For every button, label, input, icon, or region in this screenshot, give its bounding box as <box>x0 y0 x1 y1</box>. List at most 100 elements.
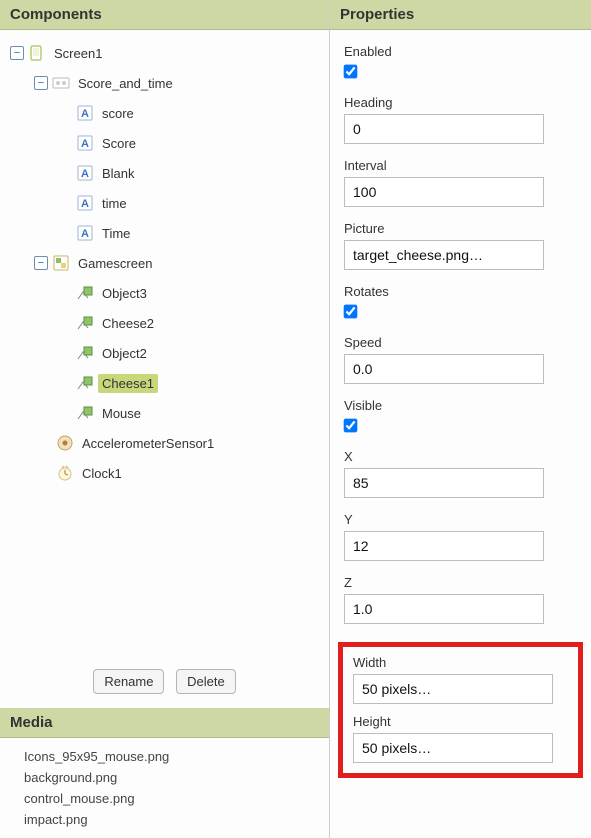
tree-row-gamescreen[interactable]: − Gamescreen <box>4 248 325 278</box>
tree-label: Mouse <box>98 404 145 423</box>
label-icon: A <box>76 104 94 122</box>
tree-label: Screen1 <box>50 44 106 63</box>
x-input[interactable] <box>344 468 544 498</box>
collapse-icon[interactable]: − <box>10 46 24 60</box>
prop-label-picture: Picture <box>344 221 577 236</box>
tree-label: Score_and_time <box>74 74 177 93</box>
heading-input[interactable] <box>344 114 544 144</box>
sprite-icon <box>76 404 94 422</box>
prop-label-visible: Visible <box>344 398 577 413</box>
tree-label: Time <box>98 224 134 243</box>
tree-row-time-lower[interactable]: A time <box>4 188 325 218</box>
tree-label: Score <box>98 134 140 153</box>
tree-label: time <box>98 194 131 213</box>
tree-label: Cheese1 <box>98 374 158 393</box>
prop-heading: Heading <box>344 95 577 144</box>
tree-row-score-upper[interactable]: A Score <box>4 128 325 158</box>
tree-label: Object3 <box>98 284 151 303</box>
label-icon: A <box>76 194 94 212</box>
rename-button[interactable]: Rename <box>93 669 164 694</box>
sprite-icon <box>76 314 94 332</box>
tree-label: Object2 <box>98 344 151 363</box>
media-item[interactable]: control_mouse.png <box>24 788 325 809</box>
z-input[interactable] <box>344 594 544 624</box>
prop-height: Height <box>353 714 568 763</box>
prop-label-interval: Interval <box>344 158 577 173</box>
prop-speed: Speed <box>344 335 577 384</box>
tree-label: Clock1 <box>78 464 126 483</box>
media-list: Icons_95x95_mouse.png background.png con… <box>0 738 329 838</box>
highlighted-box: Width Height <box>338 642 583 778</box>
tree-row-object3[interactable]: Object3 <box>4 278 325 308</box>
prop-z: Z <box>344 575 577 624</box>
interval-input[interactable] <box>344 177 544 207</box>
tree-row-cheese1[interactable]: Cheese1 <box>4 368 325 398</box>
sprite-icon <box>76 374 94 392</box>
visible-checkbox[interactable] <box>344 419 358 433</box>
prop-width: Width <box>353 655 568 704</box>
svg-text:A: A <box>81 198 89 210</box>
svg-text:A: A <box>81 138 89 150</box>
svg-text:A: A <box>81 168 89 180</box>
svg-text:A: A <box>81 228 89 240</box>
prop-x: X <box>344 449 577 498</box>
picture-input[interactable] <box>344 240 544 270</box>
media-item[interactable]: background.png <box>24 767 325 788</box>
media-header: Media <box>0 708 329 738</box>
enabled-checkbox[interactable] <box>344 65 358 79</box>
delete-button[interactable]: Delete <box>176 669 236 694</box>
horizontal-arrangement-icon <box>52 74 70 92</box>
sprite-icon <box>76 284 94 302</box>
collapse-icon[interactable]: − <box>34 256 48 270</box>
tree-row-time-upper[interactable]: A Time <box>4 218 325 248</box>
prop-label-y: Y <box>344 512 577 527</box>
tree-row-accelerometer[interactable]: AccelerometerSensor1 <box>4 428 325 458</box>
canvas-icon <box>52 254 70 272</box>
collapse-icon[interactable]: − <box>34 76 48 90</box>
tree-row-blank[interactable]: A Blank <box>4 158 325 188</box>
tree-label: Cheese2 <box>98 314 158 333</box>
label-icon: A <box>76 134 94 152</box>
media-item[interactable]: impact.png <box>24 809 325 830</box>
tree-row-mouse[interactable]: Mouse <box>4 398 325 428</box>
components-tree: − Screen1 − Score_and_time A <box>0 30 329 659</box>
prop-label-x: X <box>344 449 577 464</box>
prop-label-height: Height <box>353 714 568 729</box>
prop-enabled: Enabled <box>344 44 577 81</box>
tree-label: Blank <box>98 164 139 183</box>
height-input[interactable] <box>353 733 553 763</box>
prop-picture: Picture <box>344 221 577 270</box>
tree-row-score-and-time[interactable]: − Score_and_time <box>4 68 325 98</box>
width-input[interactable] <box>353 674 553 704</box>
rotates-checkbox[interactable] <box>344 305 358 319</box>
prop-label-width: Width <box>353 655 568 670</box>
label-icon: A <box>76 224 94 242</box>
speed-input[interactable] <box>344 354 544 384</box>
screen-icon <box>28 44 46 62</box>
prop-rotates: Rotates <box>344 284 577 321</box>
y-input[interactable] <box>344 531 544 561</box>
prop-y: Y <box>344 512 577 561</box>
tree-label: score <box>98 104 138 123</box>
prop-label-z: Z <box>344 575 577 590</box>
prop-label-heading: Heading <box>344 95 577 110</box>
tree-label: Gamescreen <box>74 254 156 273</box>
tree-row-score-lower[interactable]: A score <box>4 98 325 128</box>
prop-label-speed: Speed <box>344 335 577 350</box>
accelerometer-icon <box>56 434 74 452</box>
components-header: Components <box>0 0 329 30</box>
tree-row-screen1[interactable]: − Screen1 <box>4 38 325 68</box>
clock-icon <box>56 464 74 482</box>
tree-row-cheese2[interactable]: Cheese2 <box>4 308 325 338</box>
label-icon: A <box>76 164 94 182</box>
tree-label: AccelerometerSensor1 <box>78 434 218 453</box>
prop-visible: Visible <box>344 398 577 435</box>
prop-interval: Interval <box>344 158 577 207</box>
tree-row-object2[interactable]: Object2 <box>4 338 325 368</box>
tree-row-clock1[interactable]: Clock1 <box>4 458 325 488</box>
svg-text:A: A <box>81 108 89 120</box>
prop-label-rotates: Rotates <box>344 284 577 299</box>
media-item[interactable]: Icons_95x95_mouse.png <box>24 746 325 767</box>
sprite-icon <box>76 344 94 362</box>
prop-label-enabled: Enabled <box>344 44 577 59</box>
